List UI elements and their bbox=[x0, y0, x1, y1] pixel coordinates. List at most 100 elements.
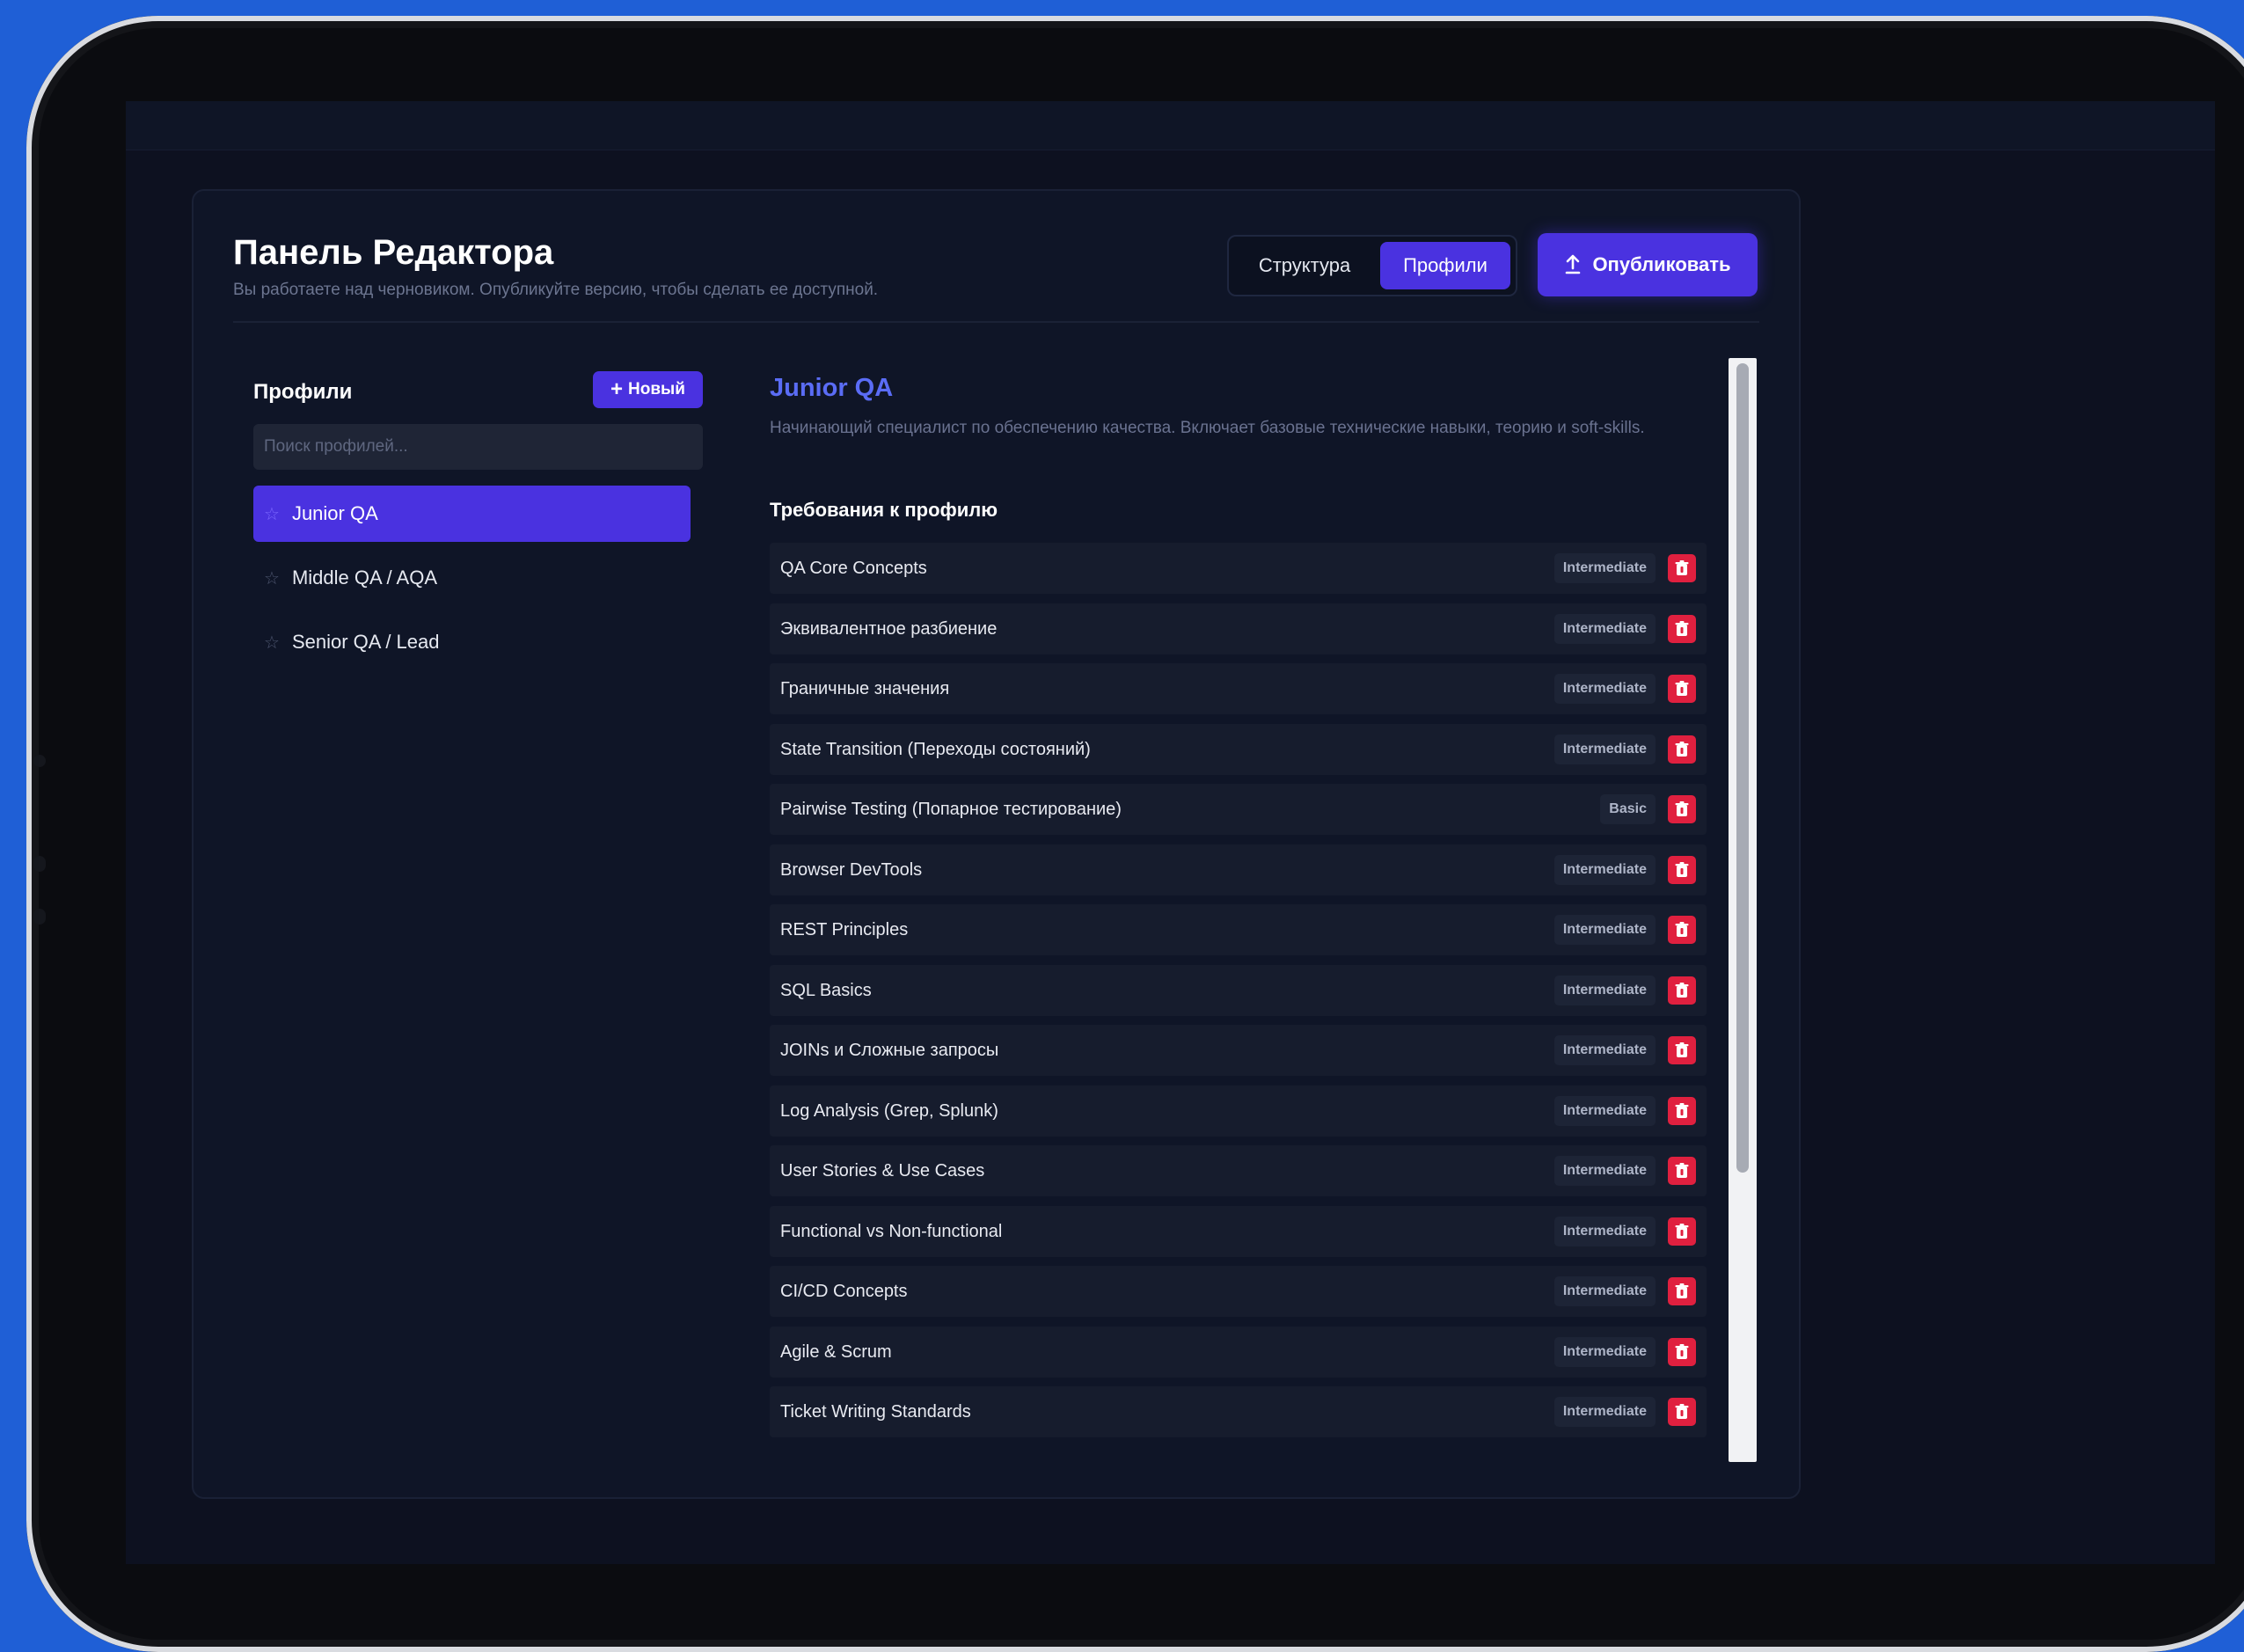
profile-item-label: Senior QA / Lead bbox=[291, 631, 440, 653]
requirement-row: REST Principles Intermediate bbox=[770, 904, 1707, 955]
delete-button[interactable] bbox=[1668, 976, 1696, 1005]
profile-item-middle-qa[interactable]: ☆ Middle QA / AQA bbox=[253, 550, 691, 606]
publish-button[interactable]: Опубликовать bbox=[1538, 233, 1758, 296]
requirement-row: Эквивалентное разбиение Intermediate bbox=[770, 603, 1707, 654]
level-badge[interactable]: Intermediate bbox=[1553, 1156, 1656, 1186]
requirement-row: Pairwise Testing (Попарное тестирование)… bbox=[770, 784, 1707, 835]
plus-icon: + bbox=[610, 377, 624, 401]
level-badge[interactable]: Intermediate bbox=[1553, 1035, 1656, 1065]
level-badge[interactable]: Intermediate bbox=[1553, 1337, 1656, 1367]
requirement-row: Ticket Writing Standards Intermediate bbox=[770, 1386, 1707, 1437]
requirement-row: QA Core Concepts Intermediate bbox=[770, 543, 1707, 594]
delete-button[interactable] bbox=[1668, 1157, 1696, 1185]
requirement-row: State Transition (Переходы состояний) Int… bbox=[770, 724, 1707, 775]
delete-button[interactable] bbox=[1668, 1338, 1696, 1366]
trash-icon bbox=[1675, 1163, 1689, 1178]
view-tabs: Структура Профили bbox=[1227, 235, 1517, 296]
delete-button[interactable] bbox=[1668, 554, 1696, 582]
requirement-name: QA Core Concepts bbox=[780, 559, 927, 578]
trash-icon bbox=[1675, 1344, 1689, 1359]
requirement-name: Ticket Writing Standards bbox=[780, 1402, 971, 1422]
requirement-name: JOINs и Сложные запросы bbox=[780, 1041, 999, 1060]
requirement-name: Pairwise Testing (Попарное тестирование) bbox=[780, 800, 1122, 819]
level-badge[interactable]: Intermediate bbox=[1553, 915, 1656, 945]
camera-dot bbox=[33, 909, 46, 925]
trash-icon bbox=[1675, 1404, 1689, 1419]
requirement-row: Browser DevTools Intermediate bbox=[770, 844, 1707, 895]
camera-dot bbox=[33, 755, 46, 767]
trash-icon bbox=[1675, 922, 1689, 937]
delete-button[interactable] bbox=[1668, 916, 1696, 944]
header-divider bbox=[233, 321, 1759, 323]
requirements-heading: Требования к профилю bbox=[770, 499, 998, 521]
trash-icon bbox=[1675, 983, 1689, 998]
delete-button[interactable] bbox=[1668, 675, 1696, 703]
new-profile-button[interactable]: + Новый bbox=[593, 371, 703, 408]
level-badge[interactable]: Intermediate bbox=[1553, 1217, 1656, 1246]
delete-button[interactable] bbox=[1668, 1036, 1696, 1064]
tab-structure[interactable]: Структура bbox=[1234, 242, 1375, 289]
star-icon[interactable]: ☆ bbox=[264, 567, 280, 589]
profile-item-label: Junior QA bbox=[291, 502, 378, 524]
requirement-name: State Transition (Переходы состояний) bbox=[780, 740, 1091, 759]
trash-icon bbox=[1675, 681, 1689, 696]
profile-search-input[interactable] bbox=[253, 424, 703, 470]
publish-label: Опубликовать bbox=[1592, 253, 1731, 275]
star-icon[interactable]: ☆ bbox=[264, 503, 280, 525]
requirement-name: Эквивалентное разбиение bbox=[780, 619, 998, 639]
delete-button[interactable] bbox=[1668, 735, 1696, 764]
requirement-name: REST Principles bbox=[780, 920, 909, 939]
level-badge[interactable]: Intermediate bbox=[1553, 674, 1656, 704]
requirement-name: SQL Basics bbox=[780, 981, 872, 1000]
new-profile-label: Новый bbox=[628, 380, 685, 398]
level-badge[interactable]: Intermediate bbox=[1553, 735, 1656, 764]
star-icon[interactable]: ☆ bbox=[264, 632, 280, 654]
level-badge[interactable]: Intermediate bbox=[1553, 855, 1656, 885]
screen: Панель Редактора Вы работаете над чернов… bbox=[126, 101, 2215, 1564]
level-badge[interactable]: Intermediate bbox=[1553, 614, 1656, 644]
trash-icon bbox=[1675, 560, 1689, 575]
requirement-name: User Stories & Use Cases bbox=[780, 1161, 985, 1181]
trash-icon bbox=[1675, 862, 1689, 877]
tablet-frame: Панель Редактора Вы работаете над чернов… bbox=[26, 16, 2244, 1652]
delete-button[interactable] bbox=[1668, 1097, 1696, 1125]
profile-item-senior-qa[interactable]: ☆ Senior QA / Lead bbox=[253, 614, 691, 670]
profile-item-junior-qa[interactable]: ☆ Junior QA bbox=[253, 486, 691, 542]
requirement-row: User Stories & Use Cases Intermediate bbox=[770, 1145, 1707, 1196]
delete-button[interactable] bbox=[1668, 795, 1696, 823]
delete-button[interactable] bbox=[1668, 1398, 1696, 1426]
delete-button[interactable] bbox=[1668, 1277, 1696, 1305]
profiles-heading: Профили bbox=[253, 380, 353, 404]
level-badge[interactable]: Intermediate bbox=[1553, 1397, 1656, 1427]
trash-icon bbox=[1675, 1103, 1689, 1118]
upload-icon bbox=[1566, 254, 1581, 274]
profile-item-label: Middle QA / AQA bbox=[291, 567, 438, 588]
requirement-row: Граничные значения Intermediate bbox=[770, 663, 1707, 714]
delete-button[interactable] bbox=[1668, 615, 1696, 643]
top-bar bbox=[126, 101, 2215, 150]
profile-title: Junior QA bbox=[770, 374, 894, 402]
requirement-name: Log Analysis (Grep, Splunk) bbox=[780, 1101, 998, 1121]
delete-button[interactable] bbox=[1668, 856, 1696, 884]
requirement-row: Agile & Scrum Intermediate bbox=[770, 1327, 1707, 1378]
tab-profiles[interactable]: Профили bbox=[1380, 242, 1510, 289]
level-badge[interactable]: Intermediate bbox=[1553, 553, 1656, 583]
level-badge[interactable]: Intermediate bbox=[1553, 976, 1656, 1005]
level-badge[interactable]: Basic bbox=[1600, 794, 1656, 824]
delete-button[interactable] bbox=[1668, 1217, 1696, 1246]
scrollbar-thumb[interactable] bbox=[1736, 363, 1749, 1173]
level-badge[interactable]: Intermediate bbox=[1553, 1096, 1656, 1126]
editor-panel: Панель Редактора Вы работаете над чернов… bbox=[192, 189, 1801, 1499]
level-badge[interactable]: Intermediate bbox=[1553, 1276, 1656, 1306]
trash-icon bbox=[1675, 621, 1689, 636]
requirement-row: Functional vs Non-functional Intermediate bbox=[770, 1206, 1707, 1257]
trash-icon bbox=[1675, 1283, 1689, 1298]
trash-icon bbox=[1675, 801, 1689, 816]
requirement-row: CI/CD Concepts Intermediate bbox=[770, 1266, 1707, 1317]
trash-icon bbox=[1675, 1224, 1689, 1239]
requirement-name: Browser DevTools bbox=[780, 860, 923, 880]
requirement-row: SQL Basics Intermediate bbox=[770, 965, 1707, 1016]
page-subtitle: Вы работаете над черновиком. Опубликуйте… bbox=[233, 281, 879, 299]
requirement-name: Agile & Scrum bbox=[780, 1342, 892, 1362]
requirement-row: Log Analysis (Grep, Splunk) Intermediate bbox=[770, 1085, 1707, 1137]
